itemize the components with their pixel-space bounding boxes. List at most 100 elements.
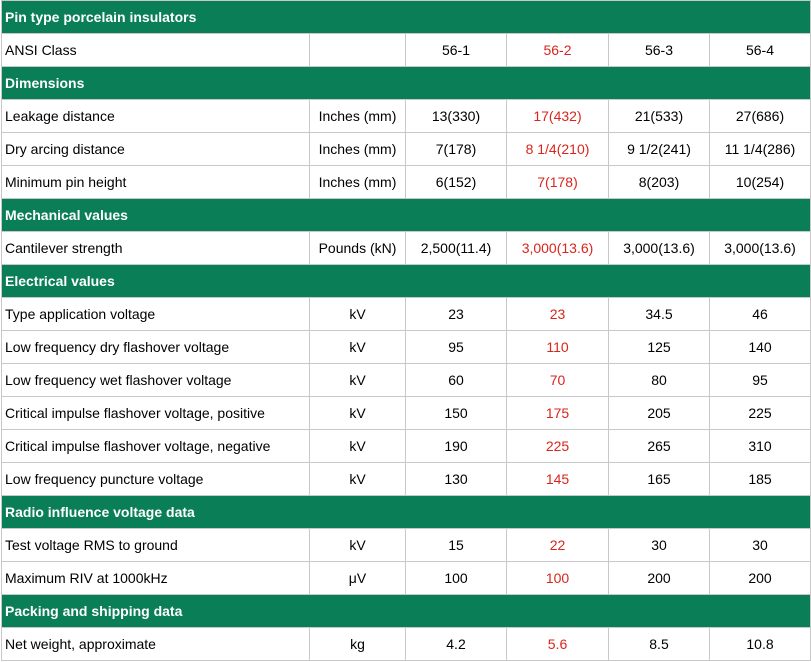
row-value: 265 (608, 429, 710, 463)
row-value: 5.6 (506, 627, 609, 661)
row-label: Critical impulse flashover voltage, posi… (1, 396, 310, 430)
row-value: 10.8 (708, 627, 811, 661)
row-value: 3,000(13.6) (608, 231, 710, 265)
row-value: 46 (708, 297, 811, 331)
table-row: Cantilever strength Pounds (kN) 2,500(11.4… (1, 231, 811, 265)
ansi-class-row: ANSI Class 56-1 56-2 56-3 56-4 (1, 33, 811, 67)
row-unit: kV (309, 363, 406, 397)
row-value: 34.5 (608, 297, 710, 331)
row-value: 27(686) (708, 99, 811, 133)
row-value: 200 (708, 561, 811, 595)
section-header-row: Dimensions (0, 66, 811, 100)
row-value: 100 (506, 561, 609, 595)
table-row: Low frequency dry flashover voltage kV 95 1… (1, 330, 811, 364)
row-value: 100 (405, 561, 507, 595)
row-value: 225 (506, 429, 609, 463)
row-unit: kV (309, 429, 406, 463)
row-value: 205 (608, 396, 710, 430)
section-title: Dimensions (0, 66, 811, 100)
row-unit: kg (309, 627, 406, 661)
title-row: Pin type porcelain insulators (0, 0, 811, 34)
row-label: Low frequency puncture voltage (1, 462, 310, 496)
row-value: 3,000(13.6) (506, 231, 609, 265)
row-value: 8.5 (608, 627, 710, 661)
section-header-row: Packing and shipping data (0, 594, 811, 628)
row-unit: kV (309, 396, 406, 430)
row-value: 145 (506, 462, 609, 496)
ansi-class-label: ANSI Class (1, 33, 310, 67)
row-value: 7(178) (405, 132, 507, 166)
row-unit: μV (309, 561, 406, 595)
row-label: Dry arcing distance (1, 132, 310, 166)
row-value: 30 (708, 528, 811, 562)
table-row: Test voltage RMS to ground kV 15 22 30 30 (1, 528, 811, 562)
section-header-row: Mechanical values (0, 198, 811, 232)
row-value: 3,000(13.6) (708, 231, 811, 265)
row-value: 11 1/4(286) (708, 132, 811, 166)
row-label: Cantilever strength (1, 231, 310, 265)
table-row: Low frequency puncture voltage kV 130 145 16… (1, 462, 811, 496)
row-unit: Inches (mm) (309, 165, 406, 199)
row-value: 225 (708, 396, 811, 430)
row-value: 95 (405, 330, 507, 364)
row-value: 175 (506, 396, 609, 430)
row-value: 200 (608, 561, 710, 595)
section-title: Packing and shipping data (0, 594, 811, 628)
ansi-class-unit (309, 33, 406, 67)
table-row: Leakage distance Inches (mm) 13(330) 17(432… (1, 99, 811, 133)
section-title: Electrical values (0, 264, 811, 298)
table-row: Maximum RIV at 1000kHz μV 100 100 200 200 (1, 561, 811, 595)
row-value: 70 (506, 363, 609, 397)
row-value: 80 (608, 363, 710, 397)
table-row: Type application voltage kV 23 23 34.5 46 (1, 297, 811, 331)
row-value: 30 (608, 528, 710, 562)
row-label: Critical impulse flashover voltage, nega… (1, 429, 310, 463)
row-value: 7(178) (506, 165, 609, 199)
row-value: 22 (506, 528, 609, 562)
row-label: Low frequency wet flashover voltage (1, 363, 310, 397)
row-value: 60 (405, 363, 507, 397)
section-header-row: Radio influence voltage data (0, 495, 811, 529)
row-value: 21(533) (608, 99, 710, 133)
table-row: Low frequency wet flashover voltage kV 60 7… (1, 363, 811, 397)
row-value: 13(330) (405, 99, 507, 133)
row-value: 8(203) (608, 165, 710, 199)
row-value: 150 (405, 396, 507, 430)
section-title: Mechanical values (0, 198, 811, 232)
row-label: Leakage distance (1, 99, 310, 133)
row-value: 8 1/4(210) (506, 132, 609, 166)
row-value: 10(254) (708, 165, 811, 199)
row-label: Net weight, approximate (1, 627, 310, 661)
table-row: Net weight, approximate kg 4.2 5.6 8.5 10.8 (1, 627, 811, 661)
row-value: 95 (708, 363, 811, 397)
row-value: 4.2 (405, 627, 507, 661)
ansi-class-value: 56-3 (608, 33, 710, 67)
section-header-row: Electrical values (0, 264, 811, 298)
row-label: Type application voltage (1, 297, 310, 331)
row-value: 23 (405, 297, 507, 331)
row-value: 17(432) (506, 99, 609, 133)
ansi-class-value: 56-2 (506, 33, 609, 67)
table-row: Critical impulse flashover voltage, posi… (1, 396, 811, 430)
row-label: Minimum pin height (1, 165, 310, 199)
row-unit: kV (309, 528, 406, 562)
ansi-class-value: 56-1 (405, 33, 507, 67)
row-value: 125 (608, 330, 710, 364)
row-unit: kV (309, 462, 406, 496)
row-unit: kV (309, 297, 406, 331)
row-label: Low frequency dry flashover voltage (1, 330, 310, 364)
row-label: Test voltage RMS to ground (1, 528, 310, 562)
ansi-class-value: 56-4 (708, 33, 811, 67)
row-unit: Inches (mm) (309, 132, 406, 166)
row-value: 6(152) (405, 165, 507, 199)
row-unit: kV (309, 330, 406, 364)
row-value: 140 (708, 330, 811, 364)
row-value: 15 (405, 528, 507, 562)
row-value: 23 (506, 297, 609, 331)
row-unit: Pounds (kN) (309, 231, 406, 265)
spec-table: Pin type porcelain insulators ANSI Class… (0, 0, 811, 661)
row-label: Maximum RIV at 1000kHz (1, 561, 310, 595)
row-value: 9 1/2(241) (608, 132, 710, 166)
row-value: 110 (506, 330, 609, 364)
row-value: 165 (608, 462, 710, 496)
